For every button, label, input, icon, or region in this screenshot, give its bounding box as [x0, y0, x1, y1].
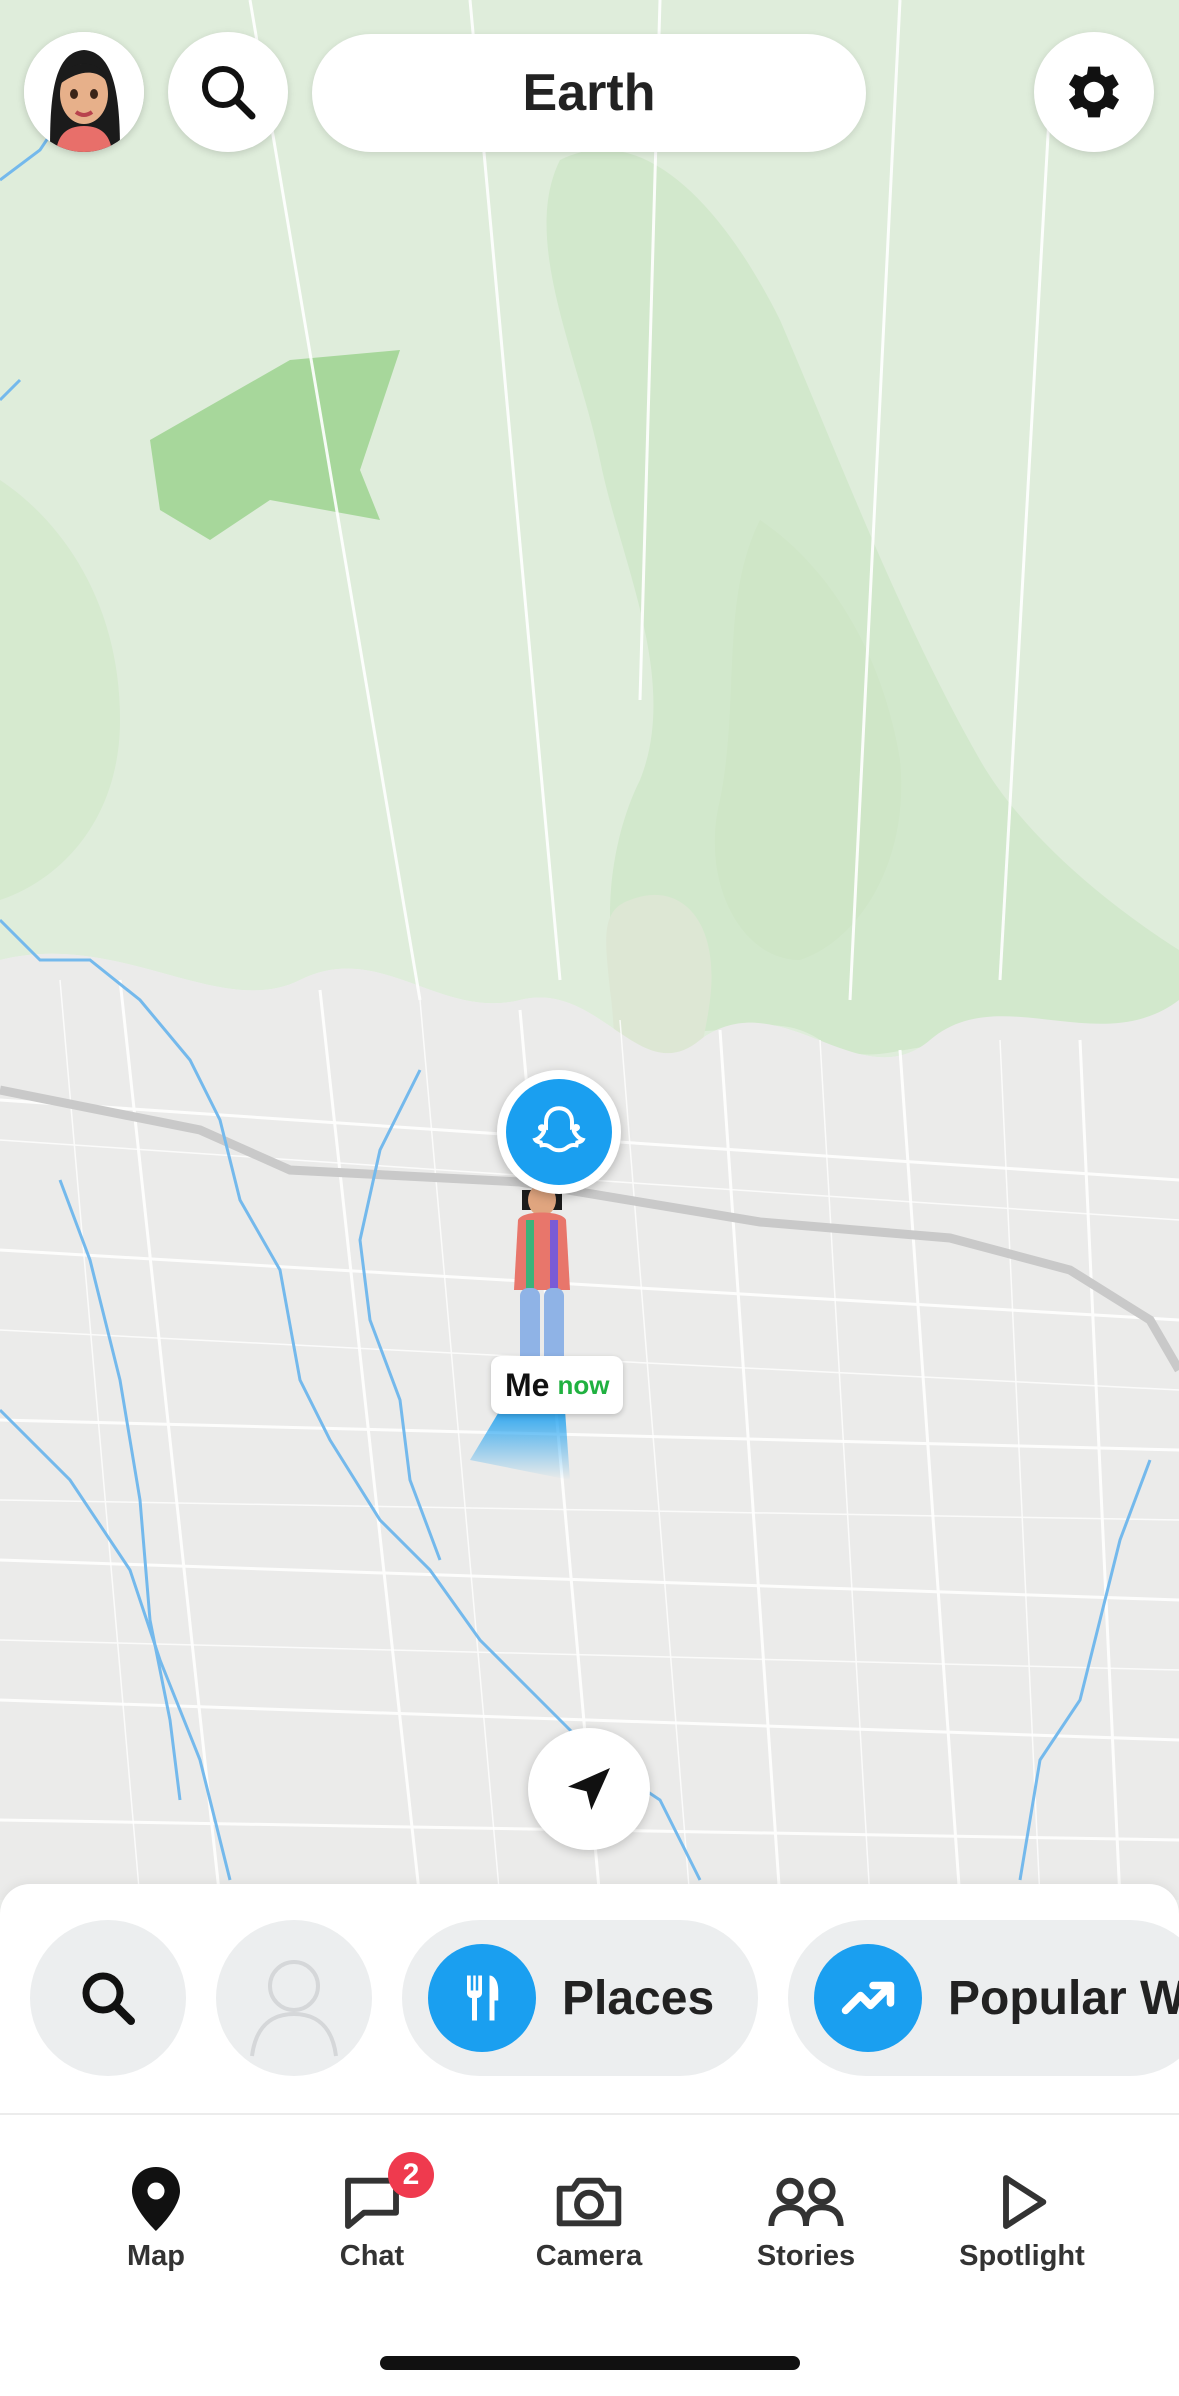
nav-divider	[0, 2113, 1179, 2115]
nav-chat[interactable]: 2 Chat	[282, 2152, 462, 2280]
chat-badge: 2	[388, 2152, 434, 2198]
places-chip[interactable]: Places	[402, 1920, 758, 2076]
nav-spotlight[interactable]: Spotlight	[932, 2160, 1112, 2280]
navigation-arrow-icon	[568, 1768, 610, 1810]
map-canvas	[0, 0, 1179, 1900]
gear-icon	[1068, 66, 1120, 118]
search-button[interactable]	[168, 32, 288, 152]
profile-avatar-button[interactable]	[24, 32, 144, 152]
people-icon	[768, 2177, 844, 2227]
nav-stories[interactable]: Stories	[716, 2160, 896, 2280]
map-search-chip[interactable]	[30, 1920, 186, 2076]
nav-chat-label: Chat	[339, 2240, 405, 2272]
places-label: Places	[562, 1971, 715, 2025]
popular-icon-badge	[814, 1944, 922, 2052]
popular-label: Popular W	[948, 1971, 1179, 2025]
play-icon	[1003, 2175, 1047, 2229]
search-icon	[82, 1972, 135, 2025]
fork-knife-icon	[467, 1975, 499, 2021]
chip-row[interactable]: Places Popular W	[0, 1920, 1179, 2076]
trending-arrow-icon	[841, 1981, 895, 2015]
user-name: Me	[505, 1366, 550, 1403]
snapchat-ghost-icon	[532, 1106, 586, 1153]
map-pin-icon	[132, 2167, 180, 2231]
nav-stories-label: Stories	[756, 2240, 856, 2272]
locate-me-button[interactable]	[528, 1728, 650, 1850]
popular-chip[interactable]: Popular W	[788, 1920, 1179, 2076]
nav-spotlight-label: Spotlight	[959, 2240, 1085, 2272]
user-label: Me now	[491, 1356, 624, 1414]
camera-icon	[556, 2177, 622, 2227]
nav-map-label: Map	[127, 2240, 185, 2272]
person-silhouette-icon	[250, 1960, 338, 2057]
location-title[interactable]: Earth	[312, 34, 866, 152]
nav-camera-label: Camera	[535, 2240, 643, 2272]
user-location-marker[interactable]	[497, 1070, 621, 1194]
user-status: now	[557, 1369, 610, 1400]
nav-camera[interactable]: Camera	[499, 2160, 679, 2280]
nav-map[interactable]: Map	[66, 2160, 246, 2280]
friend-chip[interactable]	[216, 1920, 372, 2076]
home-indicator	[380, 2356, 800, 2370]
heading-cone	[470, 1410, 570, 1480]
settings-button[interactable]	[1034, 32, 1154, 152]
bitmoji-avatar	[24, 32, 144, 152]
search-icon	[202, 66, 256, 120]
places-icon-badge	[428, 1944, 536, 2052]
map-view[interactable]	[0, 0, 1179, 1900]
